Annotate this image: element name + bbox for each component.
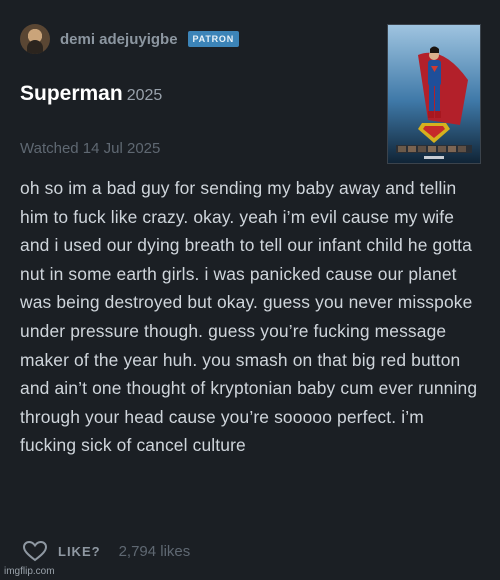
heart-icon[interactable] bbox=[22, 540, 48, 562]
like-button[interactable]: LIKE? bbox=[58, 544, 101, 559]
author-name[interactable]: demi adejuyigbe bbox=[60, 31, 178, 48]
film-poster[interactable] bbox=[387, 24, 481, 164]
patron-badge: PATRON bbox=[187, 31, 240, 47]
review-card: demi adejuyigbe PATRON Superman 2025 Watc… bbox=[0, 0, 500, 580]
watermark: imgflip.com bbox=[4, 566, 55, 577]
superman-poster-icon bbox=[388, 25, 480, 163]
film-year[interactable]: 2025 bbox=[127, 87, 163, 104]
review-header: demi adejuyigbe PATRON bbox=[20, 24, 240, 54]
watched-date: Watched 14 Jul 2025 bbox=[20, 140, 161, 157]
like-bar: LIKE? 2,794 likes bbox=[22, 540, 190, 562]
review-body: oh so im a bad guy for sending my baby a… bbox=[20, 178, 478, 456]
avatar[interactable] bbox=[20, 24, 50, 54]
film-title[interactable]: Superman bbox=[20, 82, 123, 105]
film-title-row: Superman 2025 bbox=[20, 82, 162, 106]
like-count[interactable]: 2,794 likes bbox=[119, 543, 191, 560]
